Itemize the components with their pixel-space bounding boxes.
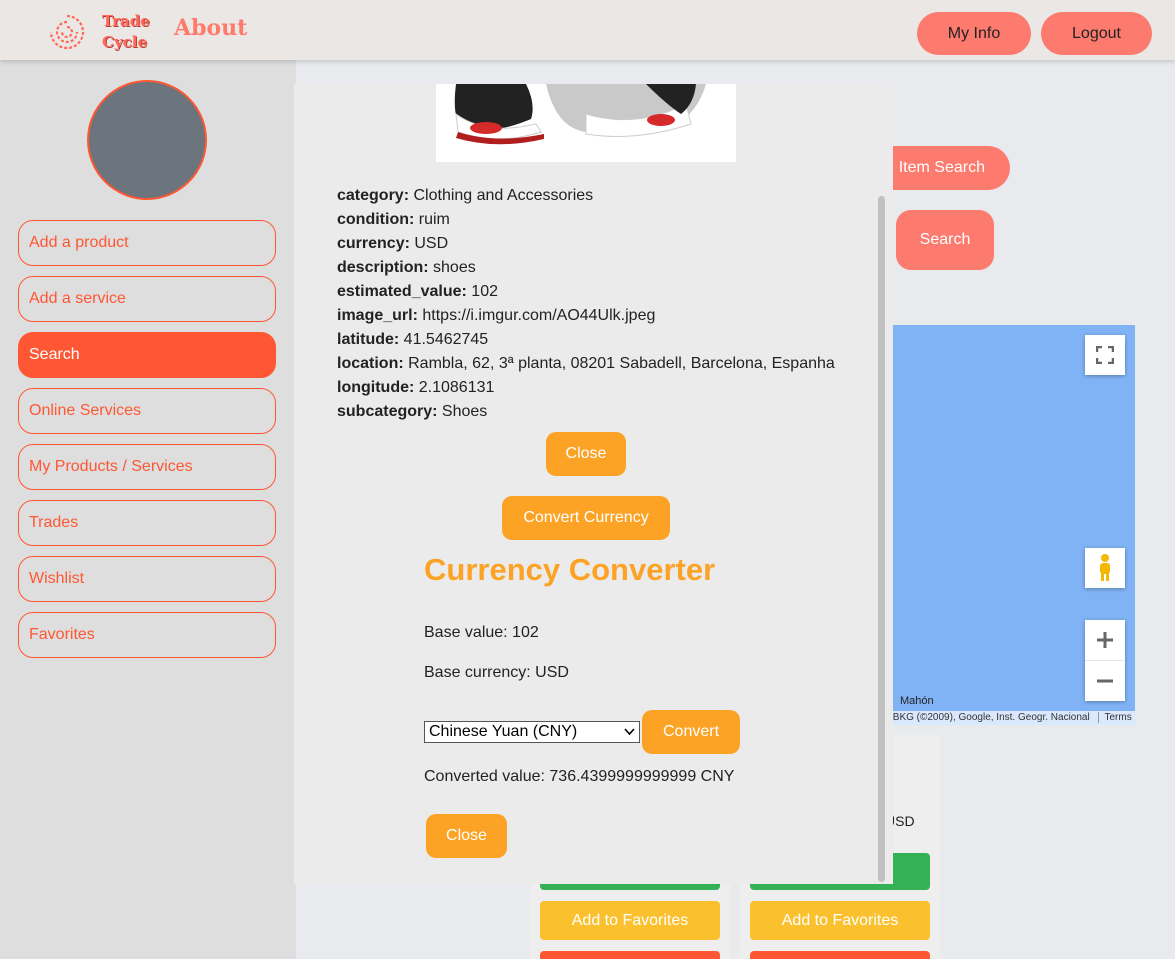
search-button[interactable]: Search [896, 210, 994, 270]
top-header: Trade Cycle About My Info Logout [0, 0, 1175, 60]
map-attribution-text: /BKG (©2009), Google, Inst. Geogr. Nacio… [890, 712, 1090, 723]
logout-button[interactable]: Logout [1041, 12, 1152, 55]
product-details-modal: category: Clothing and Accessories condi… [294, 84, 893, 884]
sidebar-item-my-products-services[interactable]: My Products / Services [18, 444, 276, 490]
sidebar-item-trades[interactable]: Trades [18, 500, 276, 546]
detail-value: ruim [418, 211, 450, 228]
zoom-in-icon[interactable] [1085, 621, 1125, 661]
swirl-logo-icon [49, 14, 85, 50]
base-currency-text: Base currency: USD [424, 664, 569, 681]
my-info-button[interactable]: My Info [917, 12, 1031, 55]
base-value-text: Base value: 102 [424, 624, 539, 641]
sidebar: Add a product Add a service Search Onlin… [0, 60, 296, 959]
close-details-button[interactable]: Close [546, 432, 626, 476]
detail-row: description: shoes [337, 256, 835, 280]
logo-line-2: Cycle [102, 33, 148, 51]
trade-cycle-logo[interactable]: Trade Cycle [40, 11, 152, 53]
sidebar-item-search[interactable]: Search [18, 332, 276, 378]
detail-row: category: Clothing and Accessories [337, 184, 835, 208]
map-place-label: Mahón [900, 695, 934, 707]
detail-row: image_url: https://i.imgur.com/AO44Ulk.j… [337, 304, 835, 328]
detail-value: Clothing and Accessories [413, 187, 594, 204]
detail-key: image_url: [337, 307, 418, 324]
add-to-favorites-button[interactable]: Add to Favorites [750, 901, 930, 940]
logo-line-1: Trade [102, 12, 150, 30]
map-attribution: /BKG (©2009), Google, Inst. Geogr. Nacio… [860, 711, 1135, 725]
detail-key: location: [337, 355, 404, 372]
sidebar-item-add-service[interactable]: Add a service [18, 276, 276, 322]
detail-row: condition: ruim [337, 208, 835, 232]
target-currency-select[interactable]: Chinese Yuan (CNY) [424, 721, 640, 743]
sidebar-item-wishlist[interactable]: Wishlist [18, 556, 276, 602]
detail-row: subcategory: Shoes [337, 400, 835, 424]
sidebar-item-favorites[interactable]: Favorites [18, 612, 276, 658]
card-remove-button[interactable] [750, 951, 930, 959]
target-currency-value: Chinese Yuan (CNY) [429, 723, 578, 740]
map-terms-link[interactable]: Terms [1098, 712, 1132, 723]
sidebar-item-online-services[interactable]: Online Services [18, 388, 276, 434]
detail-key: description: [337, 259, 429, 276]
product-image [436, 84, 736, 162]
detail-value: shoes [433, 259, 476, 276]
detail-key: currency: [337, 235, 410, 252]
detail-value: USD [414, 235, 449, 252]
sidebar-item-add-product[interactable]: Add a product [18, 220, 276, 266]
close-converter-button[interactable]: Close [426, 814, 507, 858]
item-search-label: Item Search [898, 159, 985, 176]
converted-value-text: Converted value: 736.4399999999999 CNY [424, 768, 735, 785]
product-details: category: Clothing and Accessories condi… [337, 184, 835, 424]
add-to-favorites-button[interactable]: Add to Favorites [540, 901, 720, 940]
detail-row: location: Rambla, 62, 3ª planta, 08201 S… [337, 352, 835, 376]
map[interactable]: Mahón /BKG (©2009), Google, Inst. Geogr.… [860, 325, 1135, 725]
detail-value: 102 [471, 283, 498, 300]
detail-value: https://i.imgur.com/AO44Ulk.jpeg [422, 307, 656, 324]
currency-converter-title: Currency Converter [424, 552, 716, 587]
detail-value: Shoes [441, 403, 488, 420]
detail-key: latitude: [337, 331, 400, 348]
detail-row: estimated_value: 102 [337, 280, 835, 304]
convert-button[interactable]: Convert [642, 710, 740, 754]
detail-row: longitude: 2.1086131 [337, 376, 835, 400]
detail-row: latitude: 41.5462745 [337, 328, 835, 352]
detail-key: category: [337, 187, 410, 204]
detail-key: subcategory: [337, 403, 438, 420]
convert-currency-button[interactable]: Convert Currency [502, 496, 670, 540]
fullscreen-icon[interactable] [1085, 335, 1125, 375]
sneaker-image-icon [454, 84, 706, 145]
detail-value: 41.5462745 [403, 331, 489, 348]
zoom-out-icon[interactable] [1085, 661, 1125, 701]
about-link[interactable]: About [174, 15, 247, 41]
modal-scrollbar[interactable] [878, 196, 885, 882]
street-view-pegman-icon[interactable] [1085, 548, 1125, 588]
card-remove-button[interactable] [540, 951, 720, 959]
zoom-control [1085, 620, 1125, 701]
detail-row: currency: USD [337, 232, 835, 256]
detail-key: estimated_value: [337, 283, 467, 300]
avatar[interactable] [87, 80, 207, 200]
detail-key: longitude: [337, 379, 415, 396]
detail-key: condition: [337, 211, 415, 228]
chevron-down-icon [624, 728, 635, 736]
logo-text: Trade Cycle [102, 11, 150, 53]
detail-value: Rambla, 62, 3ª planta, 08201 Sabadell, B… [408, 355, 835, 372]
detail-value: 2.1086131 [418, 379, 495, 396]
